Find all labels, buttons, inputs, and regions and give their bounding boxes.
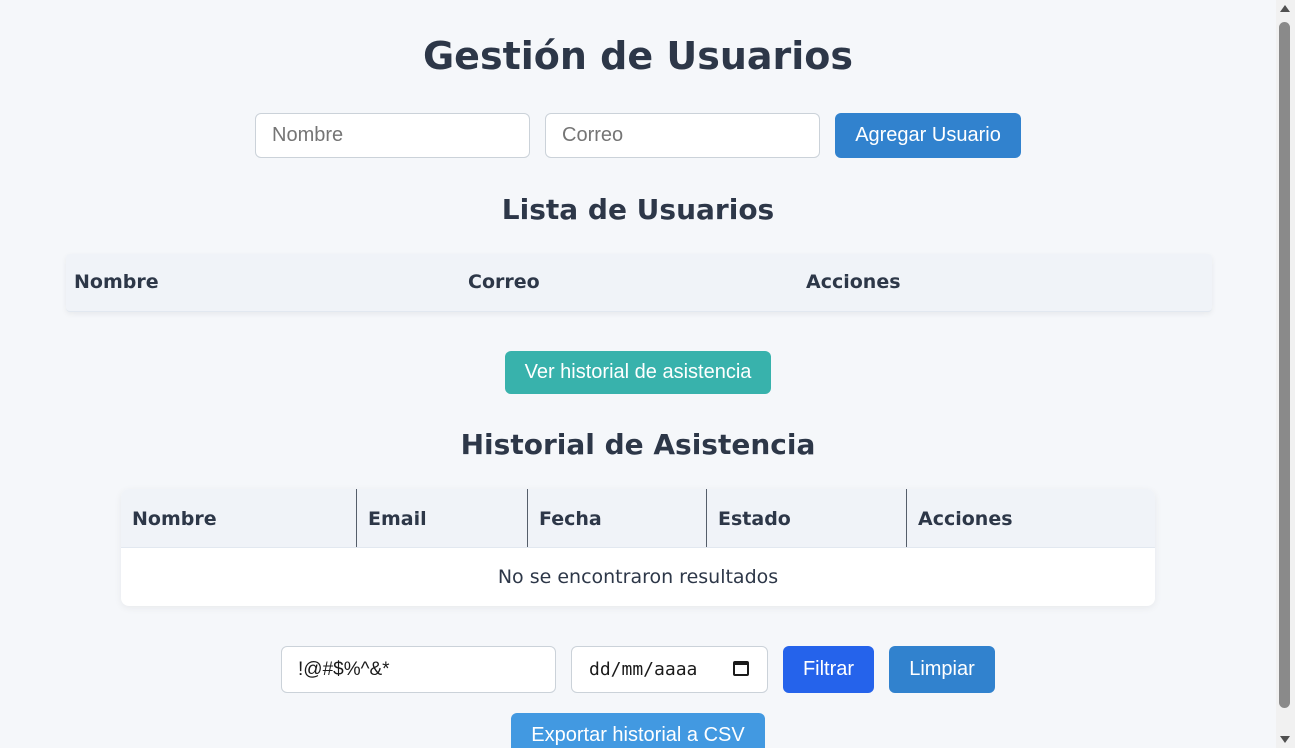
scrollbar-thumb[interactable] (1279, 22, 1290, 708)
attendance-history-table: Nombre Email Fecha Estado Acciones No se… (121, 489, 1155, 606)
column-header-nombre: Nombre (74, 271, 159, 293)
calendar-icon[interactable] (733, 661, 749, 676)
page-title: Gestión de Usuarios (422, 34, 854, 78)
vertical-scrollbar[interactable] (1276, 0, 1295, 748)
add-user-button[interactable]: Agregar Usuario (835, 113, 1021, 158)
email-input[interactable] (545, 113, 820, 158)
attendance-history-title: Historial de Asistencia (460, 428, 816, 461)
column-header-email: Email (356, 489, 527, 547)
filter-date-input[interactable]: dd/mm/aaaa (571, 646, 768, 693)
scroll-up-icon[interactable] (1280, 5, 1290, 12)
filter-text-input[interactable] (281, 646, 556, 693)
column-header-nombre: Nombre (132, 508, 217, 530)
column-header-estado: Estado (706, 489, 906, 547)
column-header-acciones: Acciones (906, 489, 1155, 547)
column-header-fecha: Fecha (527, 489, 706, 547)
table-header-row: Nombre Email Fecha Estado Acciones (121, 489, 1155, 548)
date-placeholder: dd/mm/aaaa (589, 659, 698, 680)
column-header-correo: Correo (468, 271, 540, 293)
clear-button[interactable]: Limpiar (889, 646, 995, 693)
users-table: Nombre Correo Acciones (66, 254, 1212, 312)
users-list-title: Lista de Usuarios (501, 193, 775, 226)
column-header-acciones: Acciones (806, 271, 901, 293)
empty-results-message: No se encontraron resultados (497, 566, 779, 588)
view-attendance-history-button[interactable]: Ver historial de asistencia (505, 351, 771, 394)
export-csv-button[interactable]: Exportar historial a CSV (511, 713, 765, 748)
scroll-down-icon[interactable] (1280, 736, 1290, 743)
page: Gestión de Usuarios Agregar Usuario List… (0, 0, 1276, 748)
filter-button[interactable]: Filtrar (783, 646, 874, 693)
name-input[interactable] (255, 113, 530, 158)
